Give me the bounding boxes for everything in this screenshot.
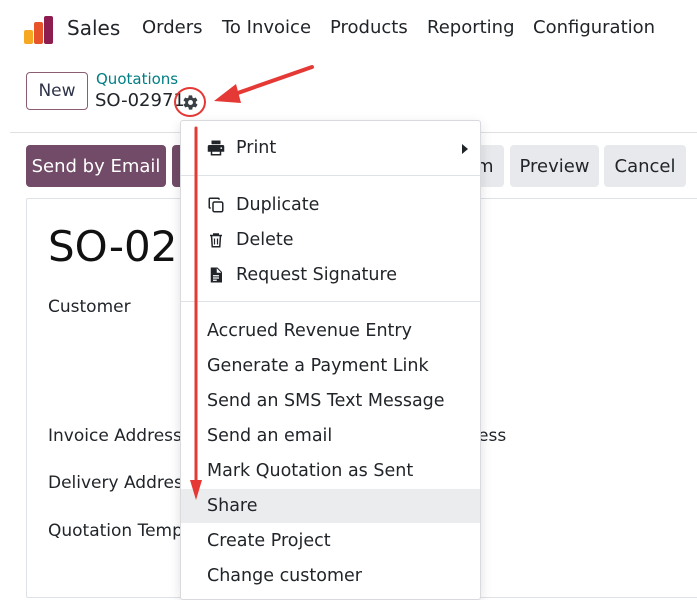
new-button[interactable]: New — [26, 72, 88, 110]
menu-item-print-label: Print — [236, 138, 277, 158]
menu-item-create-project[interactable]: Create Project — [181, 524, 480, 558]
cancel-button[interactable]: Cancel — [604, 145, 686, 187]
customer-label: Customer — [48, 297, 131, 317]
print-icon — [207, 139, 225, 157]
top-navbar: Sales Orders To Invoice Products Reporti… — [0, 0, 697, 58]
caret-right-icon — [462, 144, 468, 154]
actions-dropdown-menu: Print Duplicate Delete Request Signature… — [180, 120, 481, 600]
menu-item-send-sms[interactable]: Send an SMS Text Message — [181, 384, 480, 418]
menu-to-invoice[interactable]: To Invoice — [222, 17, 311, 38]
menu-separator — [181, 175, 480, 176]
menu-configuration[interactable]: Configuration — [533, 17, 655, 38]
menu-orders[interactable]: Orders — [142, 17, 203, 38]
menu-item-accrued-revenue[interactable]: Accrued Revenue Entry — [181, 314, 480, 348]
menu-item-send-email[interactable]: Send an email — [181, 419, 480, 453]
menu-products[interactable]: Products — [330, 17, 408, 38]
menu-separator — [181, 301, 480, 302]
menu-item-print[interactable]: Print — [181, 131, 480, 165]
sales-app-icon[interactable] — [24, 16, 54, 44]
menu-item-duplicate-label: Duplicate — [236, 195, 320, 215]
annotation-arrow-to-gear — [214, 65, 314, 103]
duplicate-icon — [207, 196, 225, 214]
menu-item-share[interactable]: Share — [181, 489, 480, 523]
trash-icon — [207, 231, 225, 249]
menu-item-change-customer[interactable]: Change customer — [181, 559, 480, 593]
menu-item-delete[interactable]: Delete — [181, 223, 480, 257]
trailing-field-text: ess — [478, 426, 507, 446]
quotation-template-label: Quotation Templ — [48, 521, 188, 541]
preview-button[interactable]: Preview — [510, 145, 599, 187]
menu-item-request-signature[interactable]: Request Signature — [181, 258, 480, 292]
menu-item-request-signature-label: Request Signature — [236, 265, 398, 285]
menu-reporting[interactable]: Reporting — [427, 17, 515, 38]
file-icon — [207, 266, 225, 284]
breadcrumb-quotations[interactable]: Quotations — [96, 70, 178, 88]
gear-icon — [183, 95, 198, 110]
menu-item-delete-label: Delete — [236, 230, 294, 250]
app-name[interactable]: Sales — [67, 16, 120, 40]
delivery-address-label: Delivery Address — [48, 473, 192, 493]
menu-item-mark-sent[interactable]: Mark Quotation as Sent — [181, 454, 480, 488]
menu-item-payment-link[interactable]: Generate a Payment Link — [181, 349, 480, 383]
invoice-address-label: Invoice Address — [48, 426, 182, 446]
menu-item-duplicate[interactable]: Duplicate — [181, 188, 480, 222]
actions-gear-button[interactable] — [174, 87, 206, 117]
record-name: SO-02971 — [95, 90, 185, 111]
send-by-email-button[interactable]: Send by Email — [26, 145, 166, 187]
